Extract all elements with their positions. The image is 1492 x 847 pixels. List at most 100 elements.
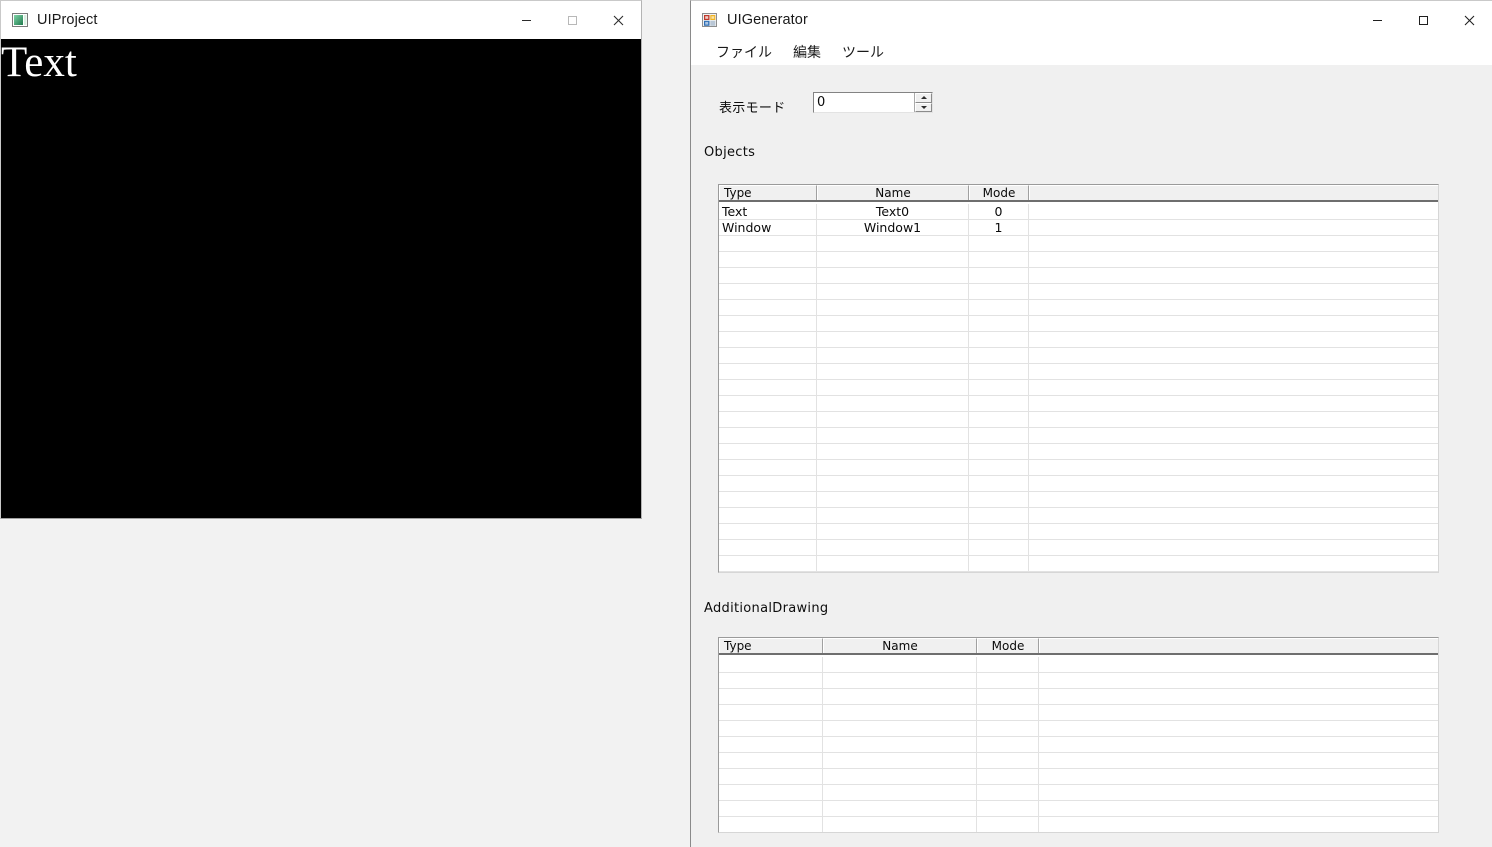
objects-row[interactable] [719,316,1438,332]
objects-cell-blank[interactable] [1029,396,1438,411]
uigenerator-minimize-button[interactable] [1354,1,1400,39]
objects-cell-blank[interactable] [1029,300,1438,315]
additional-cell-type[interactable] [719,673,823,688]
additional-cell-blank[interactable] [1039,657,1438,672]
additional-cell-mode[interactable] [977,753,1039,768]
objects-header-mode[interactable]: Mode [969,185,1029,200]
additional-row[interactable] [719,817,1438,832]
objects-cell-blank[interactable] [1029,524,1438,539]
objects-cell-type[interactable] [719,396,817,411]
objects-cell-mode[interactable] [969,268,1029,283]
objects-cell-type[interactable] [719,348,817,363]
additional-cell-mode[interactable] [977,705,1039,720]
additional-cell-name[interactable] [823,673,977,688]
objects-cell-name[interactable] [817,268,969,283]
additional-cell-type[interactable] [719,817,823,832]
objects-cell-blank[interactable] [1029,508,1438,523]
objects-cell-name[interactable] [817,300,969,315]
objects-cell-name[interactable] [817,444,969,459]
menu-item-tools[interactable]: ツール [833,39,893,65]
additional-cell-blank[interactable] [1039,721,1438,736]
objects-cell-name[interactable] [817,316,969,331]
objects-cell-mode[interactable] [969,428,1029,443]
objects-row[interactable] [719,284,1438,300]
objects-cell-type[interactable] [719,476,817,491]
additional-cell-blank[interactable] [1039,753,1438,768]
additional-cell-mode[interactable] [977,769,1039,784]
uiproject-minimize-button[interactable] [503,1,549,39]
additional-cell-blank[interactable] [1039,737,1438,752]
additional-row[interactable] [719,689,1438,705]
objects-cell-name[interactable] [817,412,969,427]
menu-item-file[interactable]: ファイル [707,39,781,65]
objects-cell-name[interactable] [817,236,969,251]
objects-cell-mode[interactable] [969,524,1029,539]
objects-cell-blank[interactable] [1029,204,1438,219]
objects-cell-mode[interactable] [969,380,1029,395]
additional-cell-mode[interactable] [977,737,1039,752]
objects-cell-type[interactable] [719,332,817,347]
objects-cell-name[interactable] [817,476,969,491]
objects-cell-name[interactable] [817,508,969,523]
additional-cell-mode[interactable] [977,801,1039,816]
objects-cell-name[interactable] [817,380,969,395]
additional-row[interactable] [719,705,1438,721]
objects-row[interactable] [719,412,1438,428]
additional-cell-type[interactable] [719,657,823,672]
additional-header-name[interactable]: Name [823,638,977,653]
objects-cell-type[interactable] [719,492,817,507]
objects-header-name[interactable]: Name [817,185,969,200]
objects-row[interactable] [719,300,1438,316]
objects-cell-type[interactable] [719,444,817,459]
objects-cell-type[interactable] [719,316,817,331]
objects-cell-blank[interactable] [1029,252,1438,267]
objects-cell-blank[interactable] [1029,380,1438,395]
objects-cell-type[interactable] [719,412,817,427]
additional-cell-type[interactable] [719,737,823,752]
objects-cell-type[interactable] [719,524,817,539]
objects-cell-blank[interactable] [1029,476,1438,491]
objects-cell-mode[interactable] [969,412,1029,427]
objects-row[interactable] [719,252,1438,268]
objects-row[interactable]: Window Window1 1 [719,220,1438,236]
objects-cell-blank[interactable] [1029,540,1438,555]
spin-down-arrow-icon[interactable] [915,102,932,112]
objects-cell-blank[interactable] [1029,316,1438,331]
objects-cell-mode[interactable] [969,348,1029,363]
objects-row[interactable] [719,460,1438,476]
additional-cell-blank[interactable] [1039,785,1438,800]
additional-row[interactable] [719,737,1438,753]
objects-cell-mode[interactable] [969,236,1029,251]
objects-cell-mode[interactable]: 0 [969,204,1029,219]
additional-cell-name[interactable] [823,801,977,816]
objects-cell-mode[interactable] [969,364,1029,379]
uigenerator-maximize-button[interactable] [1400,1,1446,39]
objects-cell-type[interactable] [719,300,817,315]
objects-cell-blank[interactable] [1029,348,1438,363]
objects-cell-type[interactable] [719,268,817,283]
objects-cell-name[interactable] [817,396,969,411]
objects-row[interactable] [719,236,1438,252]
additional-row[interactable] [719,753,1438,769]
objects-cell-type[interactable] [719,236,817,251]
objects-header-blank[interactable] [1029,185,1438,200]
objects-row[interactable] [719,364,1438,380]
objects-cell-mode[interactable] [969,508,1029,523]
objects-cell-type[interactable] [719,428,817,443]
objects-cell-mode[interactable] [969,396,1029,411]
objects-cell-name[interactable] [817,460,969,475]
objects-cell-mode[interactable] [969,460,1029,475]
uigenerator-titlebar[interactable]: UIGenerator [691,1,1492,39]
objects-cell-blank[interactable] [1029,428,1438,443]
additional-cell-type[interactable] [719,801,823,816]
additional-row[interactable] [719,673,1438,689]
uiproject-close-button[interactable] [595,1,641,39]
objects-cell-name[interactable] [817,524,969,539]
objects-cell-type[interactable] [719,508,817,523]
objects-cell-mode[interactable] [969,540,1029,555]
additional-cell-name[interactable] [823,705,977,720]
additional-cell-blank[interactable] [1039,673,1438,688]
additional-cell-type[interactable] [719,689,823,704]
additional-header-blank[interactable] [1039,638,1438,653]
objects-row[interactable] [719,556,1438,572]
